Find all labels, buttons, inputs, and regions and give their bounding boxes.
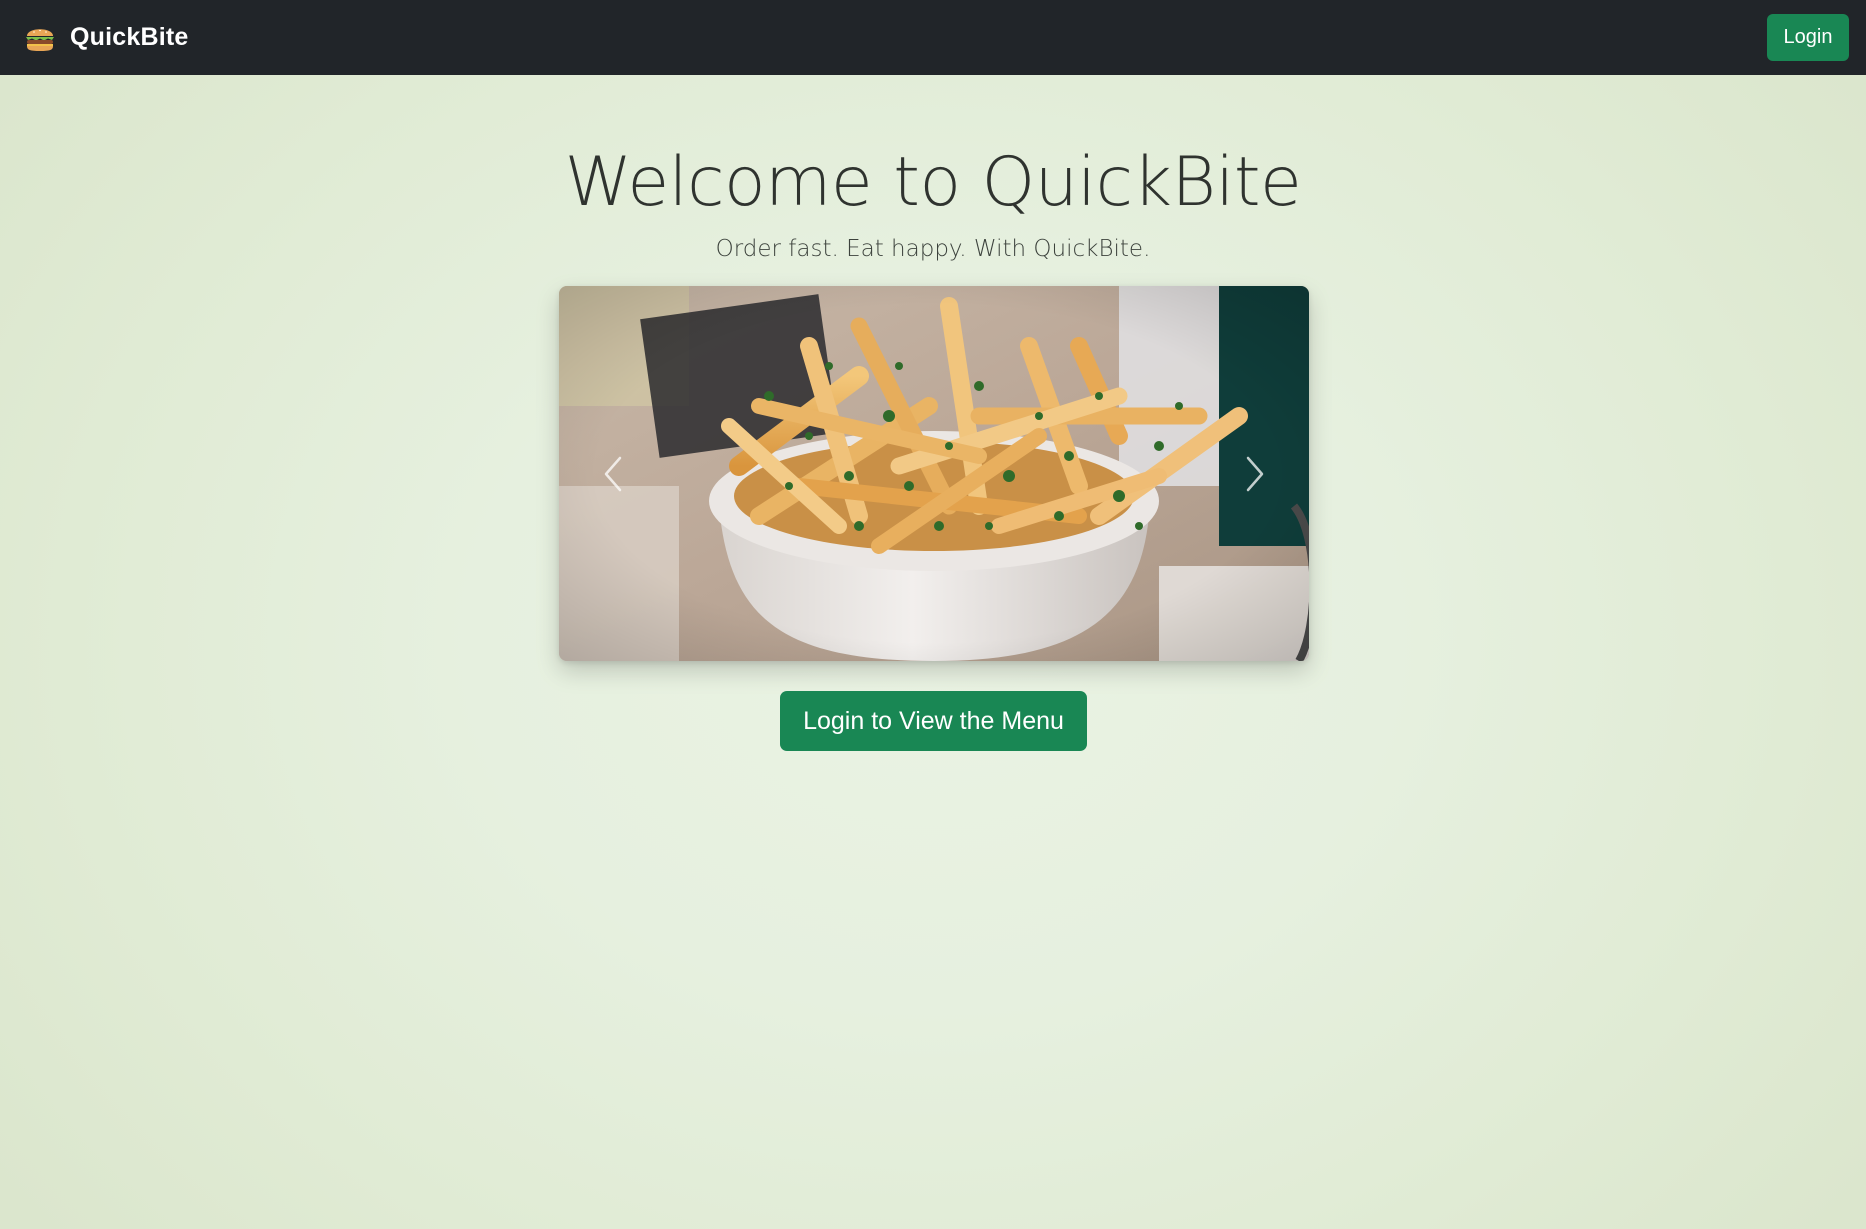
burger-icon	[26, 28, 54, 51]
login-to-view-menu-button[interactable]: Login to View the Menu	[780, 691, 1087, 751]
page-title: Welcome to QuickBite	[564, 143, 1302, 222]
french-fries-photo	[559, 286, 1309, 661]
image-carousel	[559, 286, 1309, 661]
brand-link[interactable]: QuickBite	[24, 0, 189, 75]
login-button[interactable]: Login	[1767, 14, 1849, 61]
chevron-right-icon	[1246, 456, 1264, 491]
chevron-left-icon	[604, 456, 622, 491]
brand-name: QuickBite	[70, 23, 189, 51]
carousel-next-button[interactable]	[1199, 286, 1309, 661]
page-subtitle: Order fast. Eat happy. With QuickBite.	[715, 236, 1151, 262]
carousel-prev-button[interactable]	[559, 286, 669, 661]
top-navbar: QuickBite Login	[0, 0, 1866, 75]
